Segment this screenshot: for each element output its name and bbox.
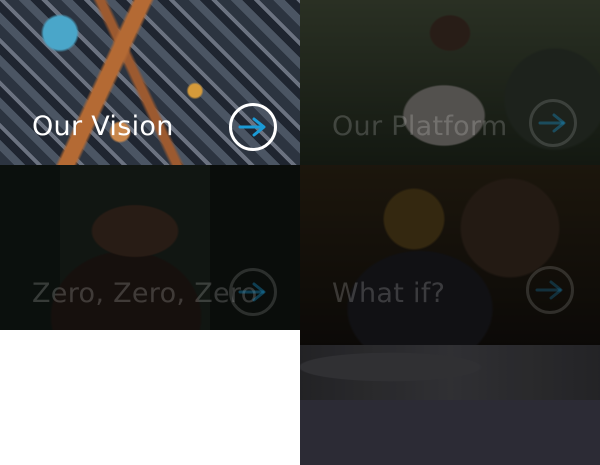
tile-label: Our Platform [332, 111, 508, 142]
tile-what-if[interactable]: What if? [300, 165, 600, 345]
photo-band [300, 345, 600, 400]
arrow-button[interactable] [529, 99, 577, 147]
tile-label: Zero, Zero, Zero [32, 278, 258, 309]
blank-area [0, 330, 300, 465]
arrow-button[interactable] [229, 268, 277, 316]
tile-zero-zero-zero[interactable]: Zero, Zero, Zero [0, 165, 300, 330]
arrow-button[interactable] [526, 266, 574, 314]
tile-overlay [300, 165, 600, 345]
tile-our-platform[interactable]: Our Platform [300, 0, 600, 165]
tile-label: What if? [332, 278, 446, 309]
tile-grid: Our Vision Our Platform Zero, Zero, Zero [0, 0, 600, 465]
arrow-right-icon [238, 117, 266, 137]
arrow-right-icon [238, 282, 266, 302]
tile-our-vision[interactable]: Our Vision [0, 0, 300, 165]
arrow-right-icon [538, 113, 566, 133]
bottom-strip [300, 400, 600, 465]
arrow-right-icon [535, 280, 563, 300]
tile-label: Our Vision [32, 111, 174, 142]
arrow-button[interactable] [229, 103, 277, 151]
